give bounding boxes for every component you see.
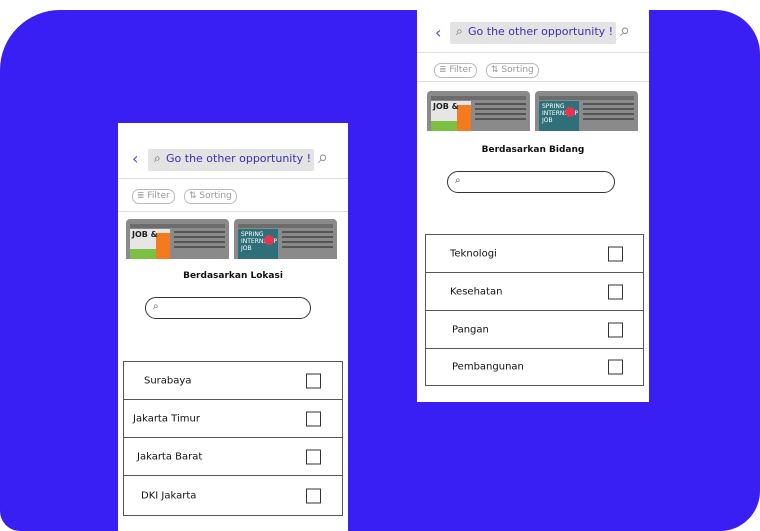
sheet-title: Berdasarkan Bidang bbox=[481, 145, 585, 155]
divider bbox=[118, 211, 348, 212]
search-button-icon[interactable]: ⌕ bbox=[620, 20, 630, 41]
divider bbox=[417, 52, 649, 53]
search-icon: ⌕ bbox=[154, 151, 161, 165]
checkbox[interactable] bbox=[608, 246, 623, 261]
list-item[interactable]: Jakarta Timur bbox=[123, 399, 343, 438]
list-item[interactable]: Kesehatan bbox=[425, 272, 644, 311]
list-item[interactable]: Teknologi bbox=[425, 234, 644, 273]
list-item[interactable]: DKI Jakarta bbox=[123, 475, 343, 516]
poster-image: JOB & bbox=[130, 229, 170, 259]
checkbox[interactable] bbox=[306, 373, 321, 388]
divider bbox=[417, 81, 649, 82]
poster-image: SPRING INTERNSHIP JOB bbox=[238, 229, 278, 259]
search-icon: ⌕ bbox=[456, 24, 463, 38]
poster-image: SPRING INTERNSHIP JOB bbox=[539, 101, 579, 131]
back-arrow-icon[interactable]: ‹ bbox=[435, 23, 441, 43]
phone-screen-bidang: ‹ ⌕ Go the other opportunity ! ⌕ ≣ Filte… bbox=[417, 10, 649, 402]
search-icon: ⌕ bbox=[455, 175, 461, 186]
checkbox[interactable] bbox=[306, 411, 321, 426]
filter-button[interactable]: ≣ Filter bbox=[132, 189, 175, 204]
checkbox[interactable] bbox=[306, 449, 321, 464]
list-item[interactable]: Jakarta Barat bbox=[123, 437, 343, 476]
search-input[interactable]: ⌕ Go the other opportunity ! bbox=[148, 149, 314, 171]
opportunity-card-1[interactable]: JOB & bbox=[126, 219, 229, 259]
back-arrow-icon[interactable]: ‹ bbox=[132, 149, 138, 169]
opportunity-card-1[interactable]: JOB & bbox=[427, 91, 530, 131]
list-item[interactable]: Pembangunan bbox=[425, 348, 644, 386]
poster-image: JOB & bbox=[431, 101, 471, 131]
checkbox[interactable] bbox=[608, 322, 623, 337]
list-item[interactable]: Pangan bbox=[425, 310, 644, 349]
list-item[interactable]: Surabaya bbox=[123, 361, 343, 400]
opportunity-card-2[interactable]: SPRING INTERNSHIP JOB bbox=[535, 91, 638, 131]
sorting-button[interactable]: ⇅ Sorting bbox=[486, 63, 539, 78]
opportunity-card-2[interactable]: SPRING INTERNSHIP JOB bbox=[234, 219, 337, 259]
phone-screen-lokasi: ‹ ⌕ Go the other opportunity ! ⌕ ≣ Filte… bbox=[118, 123, 348, 531]
checkbox[interactable] bbox=[608, 284, 623, 299]
filter-button[interactable]: ≣ Filter bbox=[434, 63, 477, 78]
search-icon: ⌕ bbox=[153, 301, 159, 312]
sheet-title: Berdasarkan Lokasi bbox=[183, 271, 283, 281]
location-search-input[interactable]: ⌕ bbox=[145, 297, 311, 319]
search-header: ‹ ⌕ Go the other opportunity ! ⌕ bbox=[118, 123, 348, 173]
search-button-icon[interactable]: ⌕ bbox=[318, 147, 328, 168]
checkbox[interactable] bbox=[306, 488, 321, 503]
search-input[interactable]: ⌕ Go the other opportunity ! bbox=[450, 22, 616, 44]
divider bbox=[118, 178, 348, 179]
sorting-button[interactable]: ⇅ Sorting bbox=[184, 189, 237, 204]
checkbox[interactable] bbox=[608, 359, 623, 375]
field-search-input[interactable]: ⌕ bbox=[447, 171, 615, 193]
